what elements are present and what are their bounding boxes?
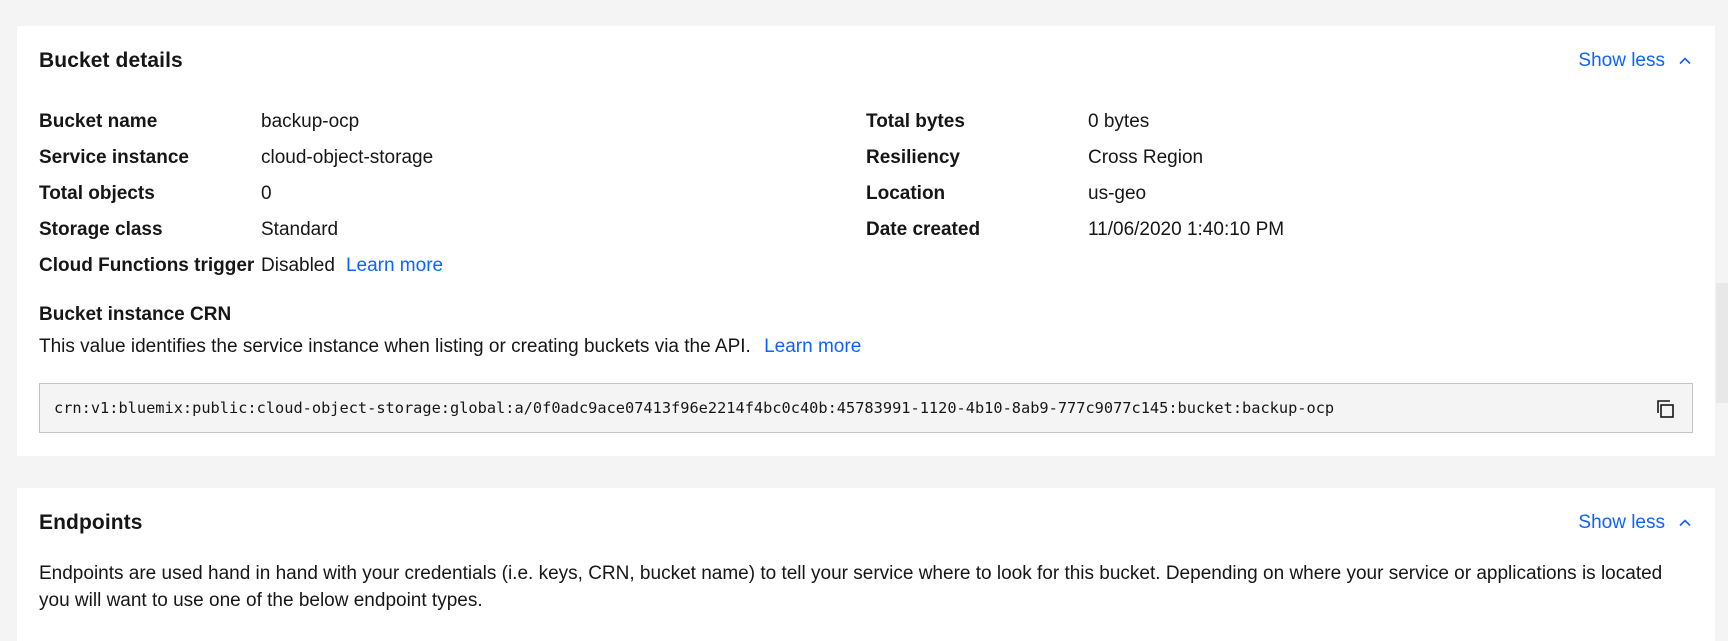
detail-key: Location bbox=[866, 183, 946, 204]
detail-value: backup-ocp bbox=[261, 111, 360, 132]
detail-value: 11/06/2020 1:40:10 PM bbox=[1088, 219, 1285, 240]
detail-key: Total bytes bbox=[866, 111, 965, 132]
bucket-details-show-less-button[interactable]: Show less bbox=[1578, 50, 1693, 72]
detail-key: Date created bbox=[866, 219, 981, 240]
chevron-up-icon bbox=[1679, 519, 1691, 527]
page-scrollbar[interactable] bbox=[1716, 283, 1728, 403]
detail-key: Service instance bbox=[39, 147, 189, 168]
detail-row-service-instance: Service instance cloud-object-storage bbox=[39, 140, 839, 176]
detail-row-date-created: Date created 11/06/2020 1:40:10 PM bbox=[866, 212, 1666, 248]
details-right-column: Total bytes 0 bytes Resiliency Cross Reg… bbox=[866, 104, 1666, 248]
detail-key: Resiliency bbox=[866, 147, 960, 168]
detail-value: us-geo bbox=[1088, 183, 1147, 204]
endpoints-card: Endpoints Show less Endpoints are used h… bbox=[17, 488, 1715, 641]
detail-row-bucket-name: Bucket name backup-ocp bbox=[39, 104, 839, 140]
bucket-details-header: Bucket details Show less bbox=[39, 46, 1693, 76]
detail-value: Disabled bbox=[261, 255, 335, 276]
page: Bucket details Show less Bucket name bac… bbox=[0, 0, 1728, 641]
details-left-column: Bucket name backup-ocp Service instance … bbox=[39, 104, 839, 284]
endpoints-description: Endpoints are used hand in hand with you… bbox=[39, 563, 1663, 611]
detail-value: 0 bytes bbox=[1088, 111, 1150, 132]
copy-icon[interactable] bbox=[1654, 397, 1678, 421]
detail-row-storage-class: Storage class Standard bbox=[39, 212, 839, 248]
detail-value: Cross Region bbox=[1088, 147, 1204, 168]
show-less-label: Show less bbox=[1578, 50, 1665, 71]
endpoints-title: Endpoints bbox=[39, 511, 143, 534]
detail-row-total-objects: Total objects 0 bbox=[39, 176, 839, 212]
crn-learn-more-link[interactable]: Learn more bbox=[764, 336, 861, 357]
cloud-functions-learn-more-link[interactable]: Learn more bbox=[346, 255, 443, 277]
detail-value: Standard bbox=[261, 219, 339, 240]
detail-key: Storage class bbox=[39, 219, 163, 240]
show-less-label: Show less bbox=[1578, 512, 1665, 533]
endpoints-header: Endpoints Show less bbox=[39, 508, 1693, 538]
chevron-up-icon bbox=[1679, 57, 1691, 65]
detail-key: Bucket name bbox=[39, 111, 158, 132]
detail-value: cloud-object-storage bbox=[261, 147, 434, 168]
detail-row-resiliency: Resiliency Cross Region bbox=[866, 140, 1666, 176]
endpoints-show-less-button[interactable]: Show less bbox=[1578, 512, 1693, 534]
bucket-details-card: Bucket details Show less Bucket name bac… bbox=[17, 26, 1715, 456]
detail-value: 0 bbox=[261, 183, 272, 204]
crn-value[interactable]: crn:v1:bluemix:public:cloud-object-stora… bbox=[54, 399, 1334, 417]
crn-heading: Bucket instance CRN bbox=[39, 304, 232, 325]
bucket-details-title: Bucket details bbox=[39, 49, 183, 72]
crn-description-text: This value identifies the service instan… bbox=[39, 336, 751, 357]
detail-row-total-bytes: Total bytes 0 bytes bbox=[866, 104, 1666, 140]
detail-key: Total objects bbox=[39, 183, 155, 204]
crn-description: This value identifies the service instan… bbox=[39, 336, 861, 358]
detail-row-cloud-functions-trigger: Cloud Functions trigger Disabled Learn m… bbox=[39, 248, 839, 284]
detail-key: Cloud Functions trigger bbox=[39, 255, 255, 276]
crn-code-snippet[interactable]: crn:v1:bluemix:public:cloud-object-stora… bbox=[39, 383, 1693, 433]
detail-row-location: Location us-geo bbox=[866, 176, 1666, 212]
